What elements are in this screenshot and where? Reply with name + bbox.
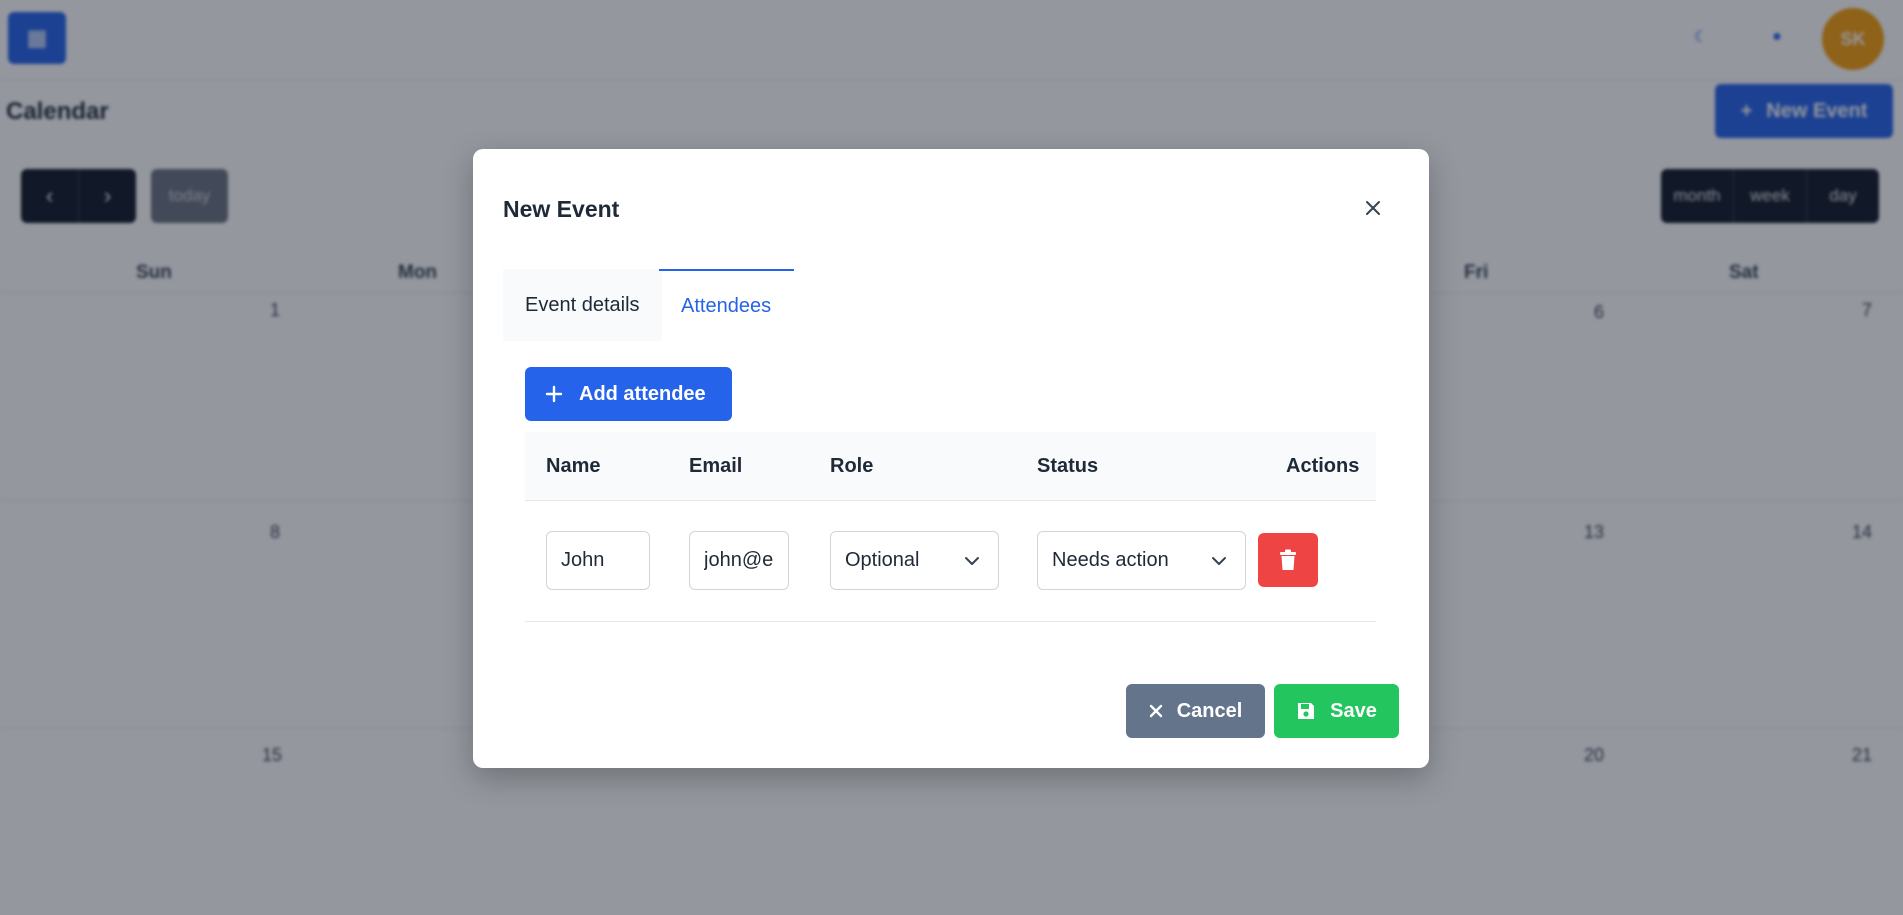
floppy-disk-icon	[1298, 703, 1315, 719]
table-row: Optional Needs action	[525, 501, 1376, 622]
column-header-name: Name	[546, 455, 601, 477]
chevron-down-icon	[1212, 556, 1226, 565]
delete-attendee-button[interactable]	[1258, 533, 1318, 587]
cancel-button[interactable]: Cancel	[1126, 684, 1265, 738]
attendee-name-input[interactable]	[546, 531, 650, 590]
modal-title: New Event	[503, 196, 620, 222]
tab-attendees[interactable]: Attendees	[659, 269, 794, 341]
attendee-email-input[interactable]	[689, 531, 789, 590]
trash-icon	[1280, 549, 1296, 570]
column-header-email: Email	[689, 455, 743, 477]
add-attendee-button[interactable]: Add attendee	[525, 367, 732, 421]
column-header-actions: Actions	[1286, 455, 1360, 477]
attendee-status-select[interactable]: Needs action	[1037, 531, 1246, 590]
attendee-role-select[interactable]: Optional	[830, 531, 999, 590]
column-header-status: Status	[1037, 455, 1099, 477]
column-header-role: Role	[830, 455, 874, 477]
save-button[interactable]: Save	[1274, 684, 1399, 738]
x-icon	[1149, 704, 1162, 718]
chevron-down-icon	[965, 556, 979, 565]
close-button[interactable]	[1358, 193, 1388, 223]
new-event-modal: New Event Event details Attendees Add at…	[473, 149, 1429, 768]
tab-event-details[interactable]: Event details	[503, 269, 662, 341]
close-icon	[1366, 201, 1380, 215]
plus-icon	[545, 385, 563, 403]
attendees-table-header: Name Email Role Status Actions	[525, 432, 1376, 501]
